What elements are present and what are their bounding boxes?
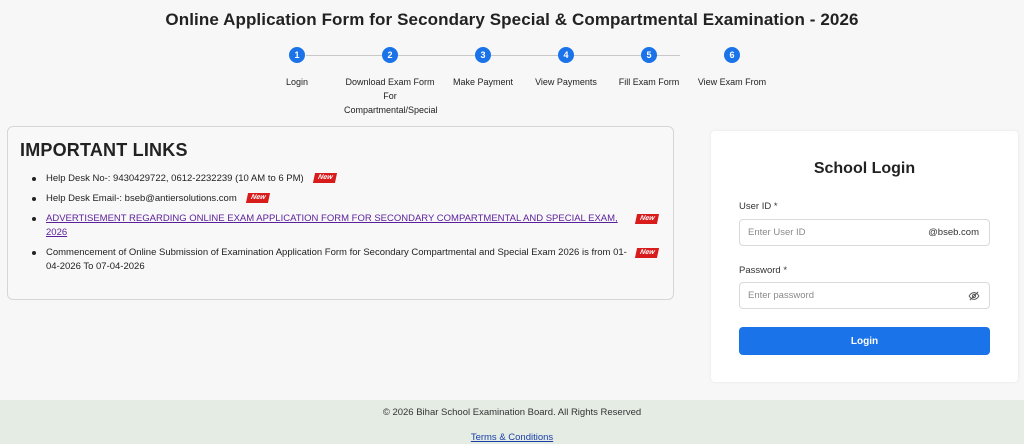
helpdesk-email-text: Help Desk Email-: bseb@antiersolutions.c… xyxy=(46,193,237,204)
footer: © 2026 Bihar School Examination Board. A… xyxy=(0,400,1024,444)
step-number: 6 xyxy=(724,47,740,63)
new-badge: New xyxy=(245,193,271,204)
list-item-commencement: Commencement of Online Submission of Exa… xyxy=(20,246,668,274)
important-links-list: Help Desk No-: 9430429722, 0612-2232239 … xyxy=(20,172,668,280)
login-button[interactable]: Login xyxy=(739,327,990,355)
important-links-heading: IMPORTANT LINKS xyxy=(20,140,188,160)
list-item-helpdesk-phone: Help Desk No-: 9430429722, 0612-2232239 … xyxy=(20,172,668,186)
required-mark: * xyxy=(773,201,778,212)
terms-link[interactable]: Terms & Conditions xyxy=(0,432,1024,443)
password-input[interactable] xyxy=(748,283,918,308)
step-number: 5 xyxy=(641,47,657,63)
password-field xyxy=(739,282,990,309)
user-id-field: @bseb.com xyxy=(739,219,990,246)
progress-stepper: 1 Login 2 Download Exam Form For Compart… xyxy=(0,47,1024,117)
list-item-helpdesk-email: Help Desk Email-: bseb@antiersolutions.c… xyxy=(20,192,668,206)
copyright-text: © 2026 Bihar School Examination Board. A… xyxy=(382,407,642,418)
email-domain-suffix: @bseb.com xyxy=(928,227,979,238)
advertisement-link[interactable]: ADVERTISEMENT REGARDING ONLINE EXAM APPL… xyxy=(46,213,618,238)
list-item-advertisement: ADVERTISEMENT REGARDING ONLINE EXAM APPL… xyxy=(20,212,668,240)
step-number: 3 xyxy=(475,47,491,63)
user-id-input[interactable] xyxy=(748,220,918,245)
school-login-card: School Login User ID * @bseb.com Passwor… xyxy=(711,131,1018,382)
user-id-label-text: User ID xyxy=(739,201,772,212)
user-id-label: User ID * xyxy=(739,201,778,212)
new-badge: New xyxy=(634,248,660,258)
step-number: 1 xyxy=(289,47,305,63)
step-label: View Exam From xyxy=(697,77,767,87)
password-label-text: Password xyxy=(739,265,781,276)
helpdesk-phone-text: Help Desk No-: 9430429722, 0612-2232239 … xyxy=(46,173,304,184)
login-title: School Login xyxy=(813,160,916,177)
required-mark: * xyxy=(783,265,788,276)
step-view-exam-form: 6 View Exam From xyxy=(672,47,792,89)
eye-slash-icon[interactable] xyxy=(968,290,980,302)
password-label: Password * xyxy=(739,265,787,276)
new-badge: New xyxy=(634,214,660,224)
new-badge: New xyxy=(312,173,338,184)
commencement-text: Commencement of Online Submission of Exa… xyxy=(46,247,627,272)
page-title: Online Application Form for Secondary Sp… xyxy=(165,10,859,29)
important-links-card: IMPORTANT LINKS Help Desk No-: 943042972… xyxy=(7,126,674,300)
step-number: 4 xyxy=(558,47,574,63)
step-number: 2 xyxy=(382,47,398,63)
